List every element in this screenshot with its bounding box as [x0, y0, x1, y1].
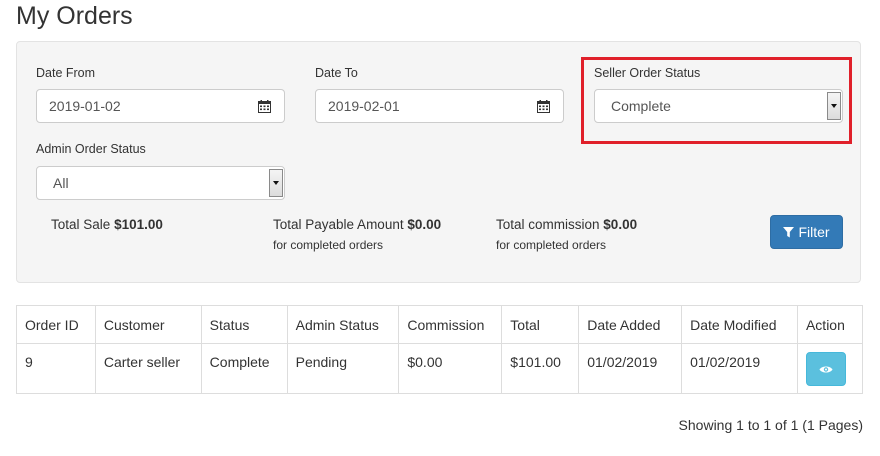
calendar-icon: [258, 99, 271, 113]
total-payable-label: Total Payable Amount: [273, 217, 404, 232]
customer-cell: Carter seller: [94, 343, 202, 394]
date-added-cell: 01/02/2019: [578, 343, 683, 394]
total-commission: Total commission $0.00: [496, 216, 637, 234]
status-cell: Complete: [200, 343, 288, 394]
column-header: Status: [200, 305, 288, 344]
chevron-down-icon: [269, 169, 283, 197]
column-header: Customer: [94, 305, 202, 344]
column-header: Admin Status: [286, 305, 400, 344]
view-order-button[interactable]: [805, 352, 846, 386]
total-sale-value: $101.00: [114, 217, 163, 232]
column-header: Order ID: [16, 305, 96, 344]
total-sale: Total Sale $101.00: [51, 216, 163, 234]
date-modified-cell: 01/02/2019: [681, 343, 798, 394]
admin-status-cell: Pending: [286, 343, 400, 394]
admin-order-status-label: Admin Order Status: [36, 142, 146, 156]
total-sale-label: Total Sale: [51, 217, 111, 232]
date-from-input[interactable]: 2019-01-02: [36, 89, 246, 123]
filter-button[interactable]: Filter: [770, 215, 843, 249]
date-from-label: Date From: [36, 66, 96, 80]
total-commission-label: Total commission: [496, 217, 600, 232]
column-header: Date Added: [578, 305, 683, 344]
table-row: 9 Carter seller Complete Pending $0.00 $…: [16, 343, 864, 394]
column-header: Date Modified: [681, 305, 798, 344]
total-commission-value: $0.00: [603, 217, 638, 232]
total-payable-value: $0.00: [407, 217, 442, 232]
eye-icon: [819, 366, 833, 372]
filter-button-label: Filter: [798, 224, 830, 240]
filter-icon: [783, 226, 795, 237]
admin-order-status-value: All: [53, 175, 69, 191]
total-cell: $101.00: [501, 343, 580, 394]
commission-cell: $0.00: [398, 343, 503, 394]
calendar-icon: [537, 99, 550, 113]
column-header: Commission: [398, 305, 503, 344]
orders-table: Order ID Customer Status Admin Status Co…: [16, 305, 864, 394]
action-cell: [796, 343, 864, 394]
total-commission-note: for completed orders: [496, 238, 607, 252]
date-to-calendar-button[interactable]: [524, 89, 564, 123]
table-header-row: Order ID Customer Status Admin Status Co…: [16, 305, 864, 344]
pagination-info: Showing 1 to 1 of 1 (1 Pages): [678, 417, 863, 433]
highlight-box: [581, 57, 852, 144]
date-to-label: Date To: [315, 66, 358, 80]
page-title: My Orders: [16, 2, 133, 30]
column-header: Total: [501, 305, 580, 344]
admin-order-status-select[interactable]: All: [36, 166, 285, 200]
total-payable: Total Payable Amount $0.00: [273, 216, 441, 234]
column-header: Action: [796, 305, 864, 344]
total-payable-note: for completed orders: [273, 238, 384, 252]
date-from-calendar-button[interactable]: [245, 89, 285, 123]
order-id-cell: 9: [16, 343, 96, 394]
date-to-input[interactable]: 2019-02-01: [315, 89, 525, 123]
